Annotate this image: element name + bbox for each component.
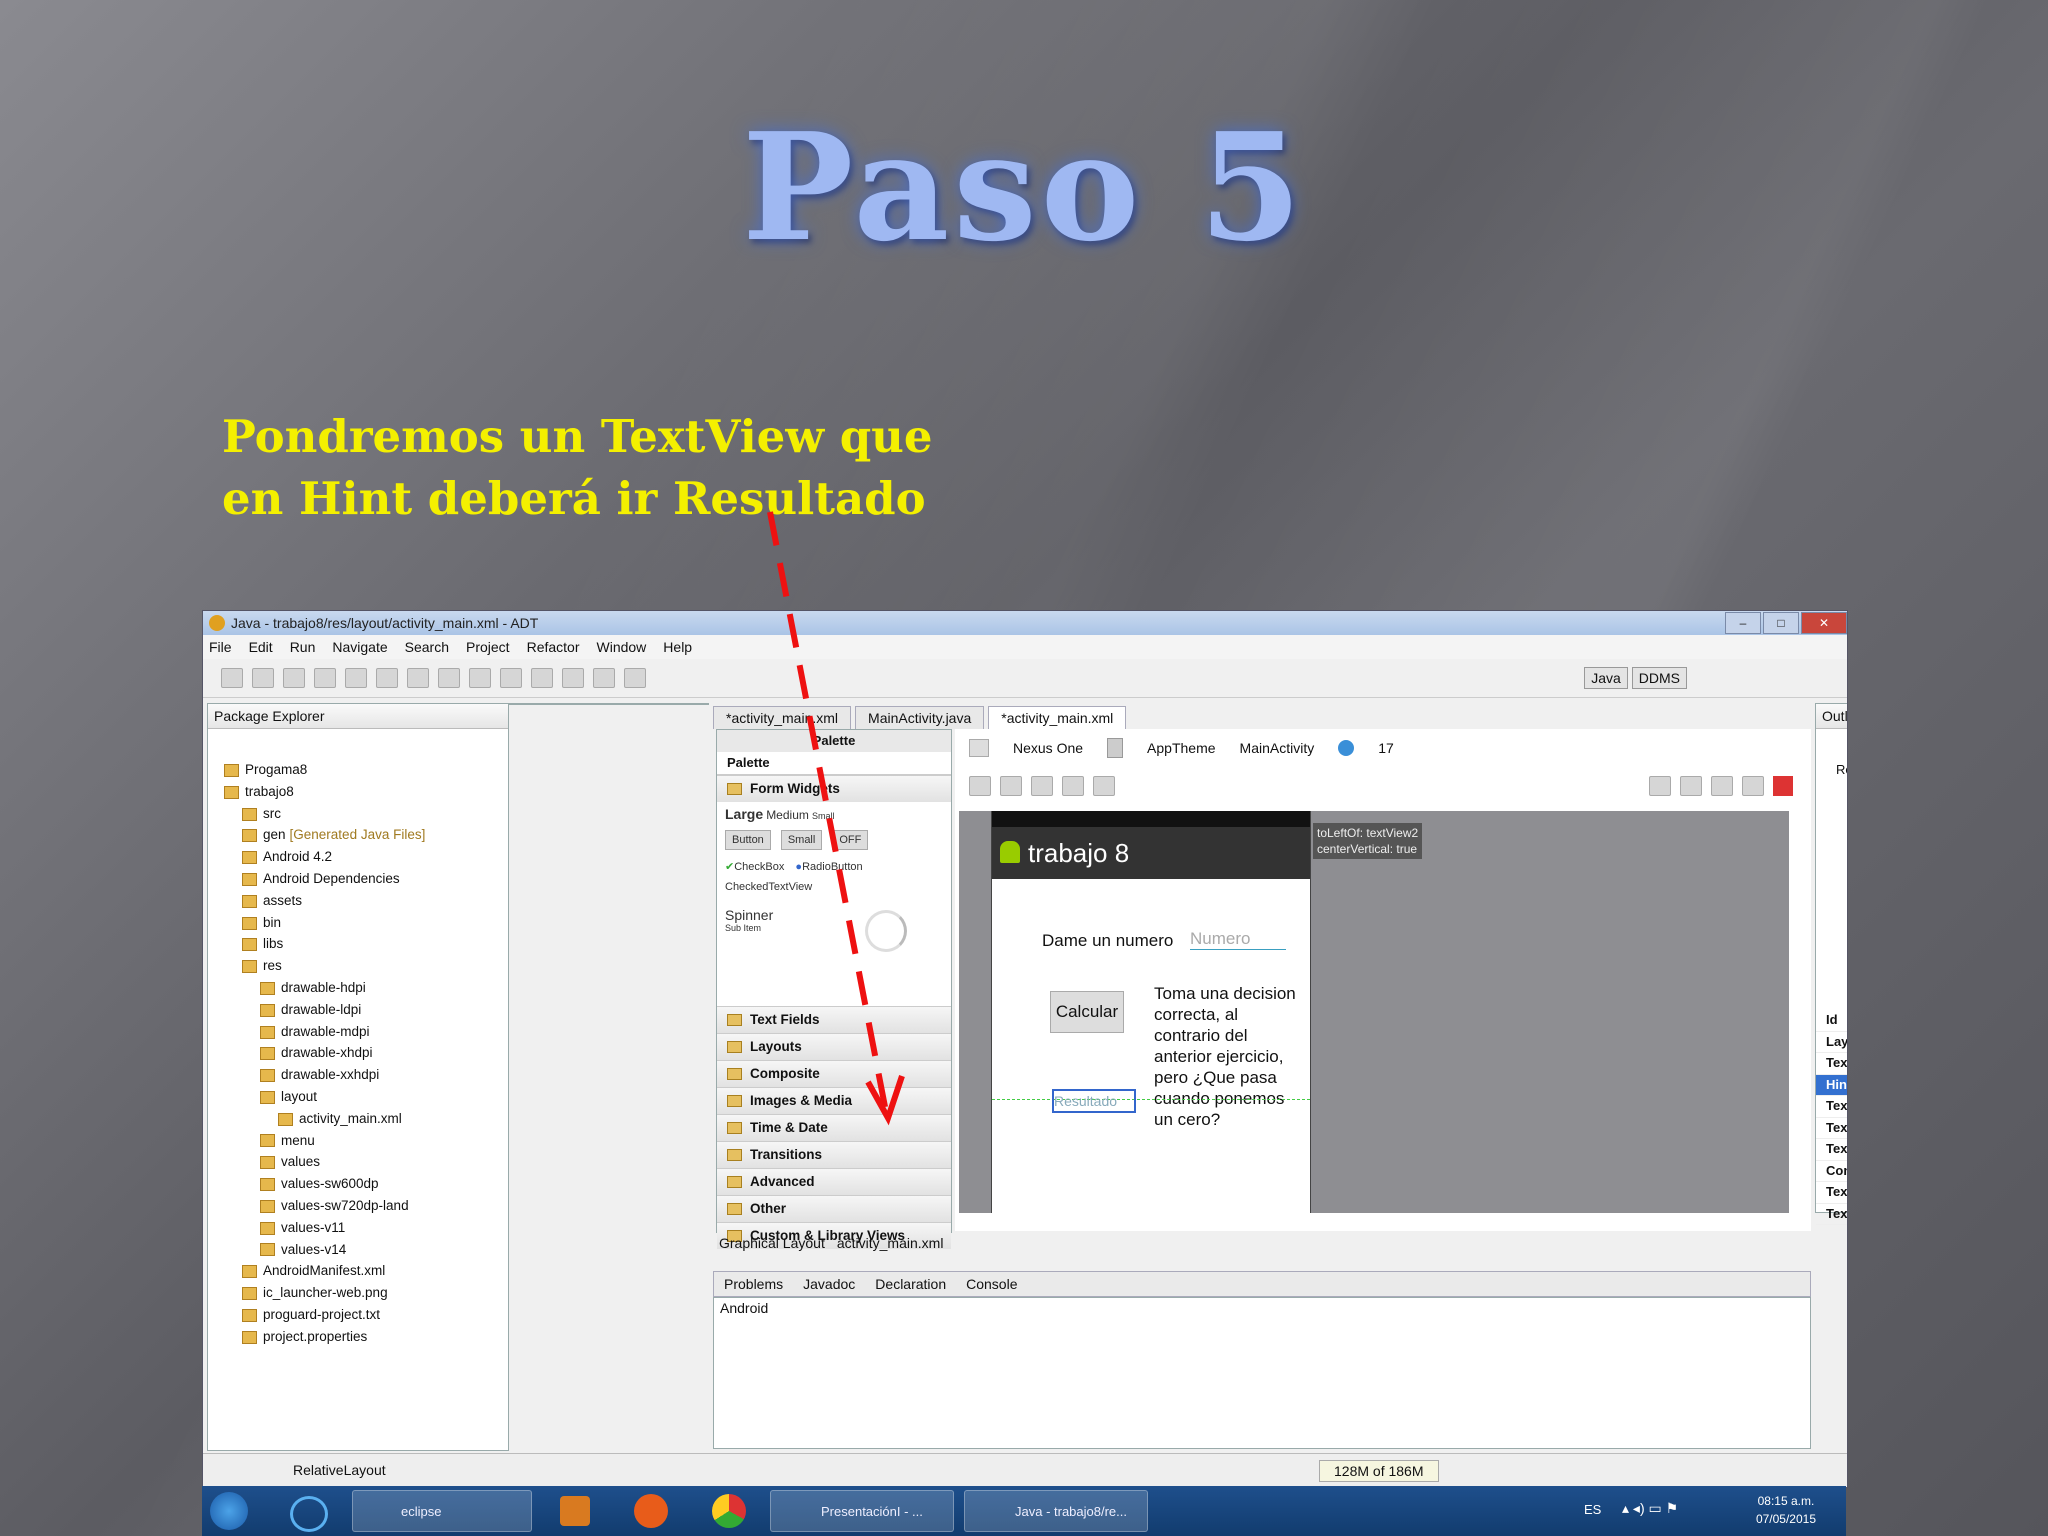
taskbar-powerpoint[interactable]: PresentaciónI - ... — [770, 1490, 954, 1532]
clock-date: 07/05/2015 — [1755, 1512, 1816, 1526]
windows-taskbar: eclipse PresentaciónI - ... Java - traba… — [202, 1486, 1846, 1536]
language-indicator[interactable]: ES — [1584, 1502, 1601, 1517]
arrow-shaft — [767, 511, 889, 1113]
tray-icons[interactable]: ▴ ◂) ▭ ⚑ — [1622, 1500, 1678, 1517]
taskbar-eclipse[interactable]: eclipse — [352, 1490, 532, 1532]
taskbar-java-adt[interactable]: Java - trabajo8/re... — [964, 1490, 1148, 1532]
chrome-icon[interactable] — [712, 1494, 746, 1528]
red-arrow-annotation — [767, 511, 905, 1126]
ie-icon[interactable] — [290, 1496, 328, 1532]
firefox-icon[interactable] — [634, 1494, 668, 1528]
taskbar-clock[interactable]: 08:15 a.m. 07/05/2015 — [1756, 1492, 1816, 1528]
media-player-icon[interactable] — [560, 1496, 590, 1526]
clock-time: 08:15 a.m. — [1757, 1494, 1815, 1508]
start-button[interactable] — [210, 1492, 248, 1530]
